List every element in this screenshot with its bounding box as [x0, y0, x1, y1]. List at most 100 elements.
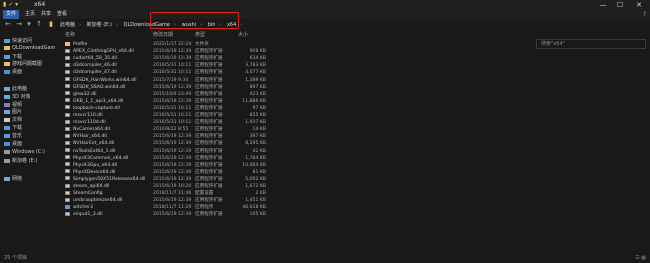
back-icon[interactable]: ←	[3, 20, 13, 28]
tab-view[interactable]: 查看	[54, 10, 70, 19]
file-date: 2015/6/19 12:39	[153, 212, 192, 218]
sidebar-item-label: 快速访问	[12, 38, 33, 44]
file-name: d3dcompiler_46.dll	[65, 62, 117, 69]
network-icon	[4, 176, 10, 181]
tab-file[interactable]: 文件	[3, 10, 20, 19]
sidebar-item-label: 桌面	[12, 69, 23, 75]
table-row[interactable]: GFSDK_HairWorks.win64.dll 2015/7/19 9:34 应…	[60, 77, 650, 84]
table-row[interactable]: NvCamera64.dll 2016/8/22 8:55 应用程序扩展 14 KB	[60, 126, 650, 133]
table-row[interactable]: NVHairExt_x64.dll 2015/6/19 12:39 应用程序扩展 8,…	[60, 140, 650, 147]
file-name-text: NvCamera64.dll	[73, 127, 110, 133]
sidebar-item[interactable]: 快速访问	[4, 37, 32, 44]
column-header-type[interactable]: 类型	[195, 31, 205, 39]
sidebar-item[interactable]: 音乐	[4, 132, 22, 139]
file-date: 2016/8/22 8:55	[153, 127, 189, 133]
pc-icon	[4, 86, 10, 91]
table-row[interactable]: loopback-capture.dll 2016/5/31 10:11 应用程序扩…	[60, 105, 650, 112]
table-row[interactable]: Simplygon50X51Releasex64.dll 2015/6/19 12…	[60, 176, 650, 183]
file-name: nvToolsExt64_1.dll	[65, 148, 115, 155]
column-header-size[interactable]: 大小	[238, 31, 248, 39]
table-row[interactable]: msvcr110.dll 2016/5/31 10:11 应用程序扩展 855 KB	[60, 112, 650, 119]
ribbon-tabs: 文件 主页 共享 查看 ?	[0, 10, 650, 19]
sidebar-item[interactable]: 游戏问题截图	[4, 60, 42, 67]
crumb-this-pc[interactable]: 此电脑	[60, 22, 75, 28]
up-icon[interactable]: ↑	[34, 20, 44, 28]
file-name: steam_api64.dll	[65, 183, 109, 190]
file-name-text: Simplygon50X51Releasex64.dll	[73, 176, 146, 182]
file-size: 8,295 KB	[245, 141, 266, 147]
table-row[interactable]: witcher3 2018/11/7 11:29 应用程序 46,618 KB	[60, 204, 650, 211]
sidebar-item[interactable]: 桌面	[4, 140, 22, 147]
view-toggle-icons[interactable]: ☰ ▦	[635, 253, 646, 263]
table-row[interactable]: PhysX3Gpu_x64.dll 2015/6/19 12:39 应用程序扩展 10…	[60, 162, 650, 169]
sidebar-item[interactable]: QLDownloadGam	[4, 45, 55, 51]
file-size: 2 KB	[255, 191, 266, 197]
file-name-text: GRB_1_1_api3_x64.dll	[73, 98, 124, 104]
table-row[interactable]: NVHair_x64.dll 2015/6/19 12:39 应用程序扩展 397 K…	[60, 133, 650, 140]
table-row[interactable]: d3dcompiler_47.dll 2016/5/31 10:11 应用程序扩展 4…	[60, 69, 650, 76]
recent-locations-icon[interactable]: ▾	[24, 20, 34, 28]
table-row[interactable]: msvcr110d.dll 2016/5/31 10:11 应用程序扩展 1,937 …	[60, 119, 650, 126]
table-row[interactable]: SteamConfig 2018/11/7 11:46 配置设置 2 KB	[60, 190, 650, 197]
sidebar-item[interactable]: 新加卷 (E:)	[4, 157, 37, 164]
file-size: 897 KB	[249, 84, 266, 90]
sidebar-item[interactable]: Windows (C:)	[4, 149, 45, 155]
table-row[interactable]: Profile 2022/1/17 22:24 文件夹	[60, 41, 650, 48]
table-row[interactable]: umbraoptimizer64.dll 2015/6/19 12:39 应用程序扩…	[60, 197, 650, 204]
table-row[interactable]: GRB_1_1_api3_x64.dll 2015/6/19 12:39 应用程序扩…	[60, 98, 650, 105]
file-name: NvCamera64.dll	[65, 126, 110, 133]
tab-home[interactable]: 主页	[22, 10, 38, 19]
sidebar-item[interactable]: 下载	[4, 53, 22, 60]
quick-access-toolbar-icons[interactable]: ▮ ✓ ▾	[3, 1, 18, 8]
file-icon	[65, 48, 70, 53]
table-row[interactable]: GFSDK_SSAO.win64.dll 2015/6/19 12:39 应用程序扩…	[60, 84, 650, 91]
file-name: PhysXDevice64.dll	[65, 169, 115, 176]
sidebar-item[interactable]: 图片	[4, 108, 22, 115]
file-name: SteamConfig	[65, 190, 103, 197]
file-size: 97 KB	[252, 105, 266, 111]
file-name: msvcr110.dll	[65, 112, 103, 119]
minimize-icon[interactable]: —	[596, 0, 610, 10]
file-name-text: Profile	[73, 42, 88, 47]
file-name: Profile	[65, 41, 87, 48]
file-name: umbraoptimizer64.dll	[65, 197, 122, 204]
drive-icon	[4, 149, 10, 154]
file-name-text: APEX_ClothingGPU_x64.dll	[73, 49, 134, 55]
tab-share[interactable]: 共享	[38, 10, 54, 19]
file-name-text: msvcr110d.dll	[73, 120, 106, 126]
file-size: 105 KB	[249, 212, 266, 218]
file-date: 2015/6/19 12:39	[153, 148, 192, 154]
file-icon	[65, 112, 70, 117]
table-row[interactable]: cudart64_50_35.dll 2015/6/19 12:39 应用程序扩展 6…	[60, 55, 650, 62]
help-icon[interactable]: ?	[643, 11, 646, 18]
sidebar-item[interactable]: 网络	[4, 175, 22, 182]
download-icon	[4, 54, 10, 59]
sidebar-item-label: 游戏问题截图	[12, 61, 43, 67]
table-row[interactable]: APEX_ClothingGPU_x64.dll 2015/6/19 12:39 应…	[60, 48, 650, 55]
close-icon[interactable]: ✕	[632, 0, 646, 10]
column-header-name[interactable]: 名称	[65, 31, 75, 39]
table-row[interactable]: glew32.dll 2015/10/9 23:49 应用程序扩展 423 KB	[60, 91, 650, 98]
file-type: 文件夹	[195, 42, 209, 47]
file-name: GFSDK_HairWorks.win64.dll	[65, 77, 137, 84]
folder-icon	[4, 61, 10, 66]
file-size: 81 KB	[252, 169, 266, 175]
column-header-date[interactable]: 修改日期	[153, 31, 173, 39]
table-row[interactable]: d3dcompiler_46.dll 2016/5/31 10:11 应用程序扩展 3…	[60, 62, 650, 69]
sidebar-item[interactable]: 3D 对象	[4, 93, 31, 100]
sidebar-item[interactable]: 视频	[4, 101, 22, 108]
file-name-text: cudart64_50_35.dll	[73, 56, 117, 62]
forward-icon[interactable]: →	[14, 20, 24, 28]
table-row[interactable]: steam_api64.dll 2015/6/19 10:20 应用程序扩展 1,67…	[60, 183, 650, 190]
sidebar-item[interactable]: 此电脑	[4, 85, 27, 92]
maximize-icon[interactable]: ☐	[613, 0, 627, 10]
table-row[interactable]: nvToolsExt64_1.dll 2015/6/19 12:39 应用程序扩展 4…	[60, 148, 650, 155]
sidebar-item[interactable]: 下载	[4, 124, 22, 131]
file-size: 46,618 KB	[242, 205, 266, 211]
table-row[interactable]: xinput1_3.dll 2015/6/19 12:39 应用程序扩展 105 KB	[60, 211, 650, 218]
table-row[interactable]: PhysX3Common_x64.dll 2015/6/19 12:39 应用程序扩…	[60, 155, 650, 162]
table-row[interactable]: PhysXDevice64.dll 2015/6/19 12:39 应用程序扩展 81…	[60, 169, 650, 176]
sidebar-item[interactable]: 文档	[4, 116, 22, 123]
crumb-drive-e[interactable]: 新加卷 (E:)	[87, 22, 112, 28]
sidebar-item[interactable]: 桌面	[4, 68, 22, 75]
